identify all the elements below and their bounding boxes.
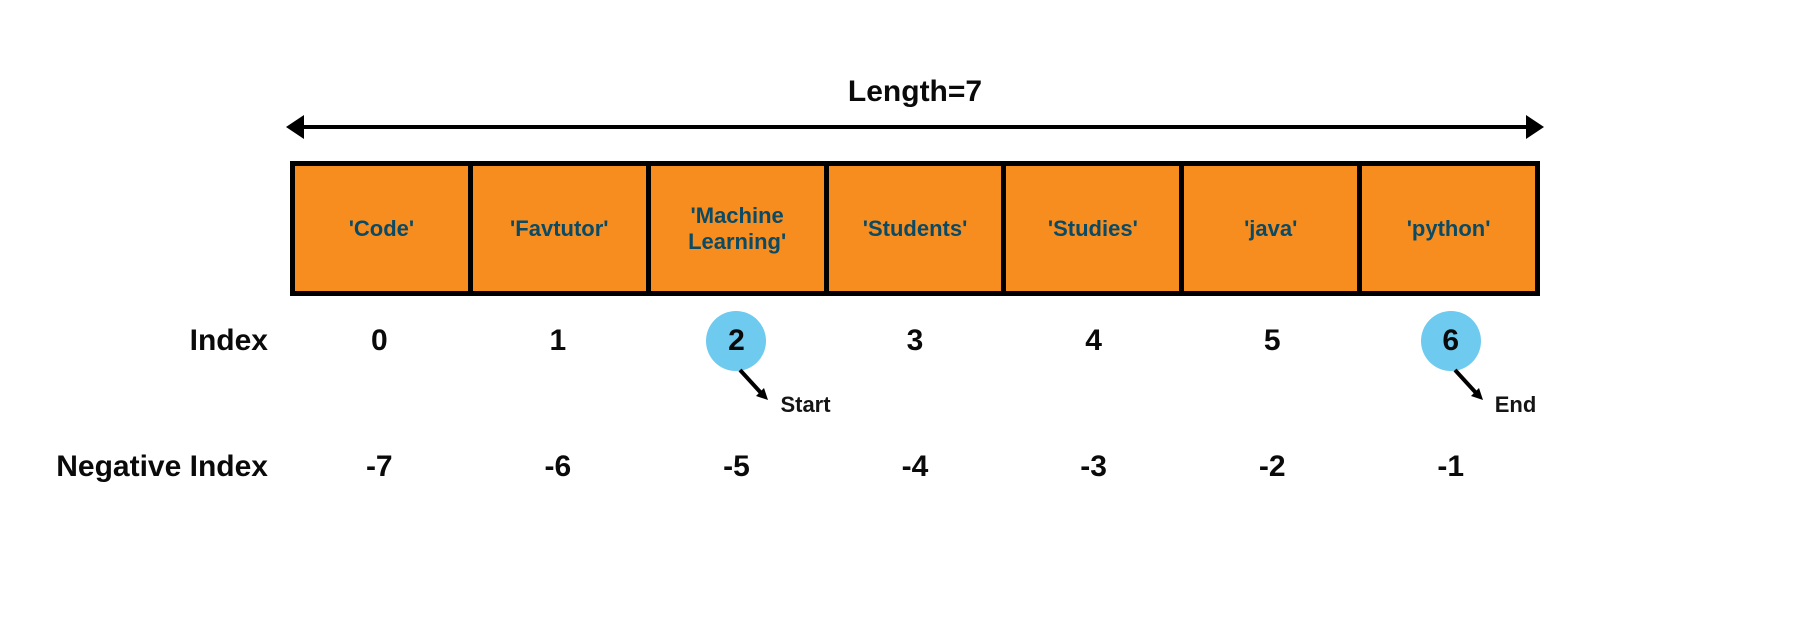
negative-index-value: -5 xyxy=(647,440,826,494)
index-value: 3 xyxy=(826,314,1005,368)
index-value: 1 xyxy=(469,314,648,368)
index-value: 0 xyxy=(290,314,469,368)
length-label: Length=7 xyxy=(290,75,1540,109)
array-cell: 'Code' xyxy=(295,166,473,291)
negative-index-value: -2 xyxy=(1183,440,1362,494)
index-value: Start2 xyxy=(647,314,826,368)
index-value: 4 xyxy=(1004,314,1183,368)
index-value: End6 xyxy=(1361,314,1540,368)
array-cell: 'Studies' xyxy=(1006,166,1184,291)
array-cells: 'Code''Favtutor''Machine Learning''Stude… xyxy=(290,161,1540,296)
array-cell: 'python' xyxy=(1362,166,1535,291)
index-row: Index 01Start2345End6 xyxy=(290,314,1540,368)
marker-arrow-icon xyxy=(736,368,776,408)
negative-index-value: -7 xyxy=(290,440,469,494)
index-value: 5 xyxy=(1183,314,1362,368)
array-cell: 'Students' xyxy=(829,166,1007,291)
index-row-label: Index xyxy=(190,314,268,368)
negative-index-value: -6 xyxy=(469,440,648,494)
negative-index-row: Negative Index -7-6-5-4-3-2-1 xyxy=(290,440,1540,494)
negative-index-value: -4 xyxy=(826,440,1005,494)
array-cell: 'java' xyxy=(1184,166,1362,291)
start-marker-label: Start xyxy=(780,392,830,418)
array-cell: 'Favtutor' xyxy=(473,166,651,291)
length-arrow xyxy=(290,115,1540,139)
end-marker-label: End xyxy=(1495,392,1537,418)
negative-index-value: -3 xyxy=(1004,440,1183,494)
array-cell: 'Machine Learning' xyxy=(651,166,829,291)
marker-arrow-icon xyxy=(1451,368,1491,408)
negative-index-value: -1 xyxy=(1361,440,1540,494)
negative-index-row-label: Negative Index xyxy=(56,440,268,494)
array-diagram: Length=7 'Code''Favtutor''Machine Learni… xyxy=(290,75,1540,494)
